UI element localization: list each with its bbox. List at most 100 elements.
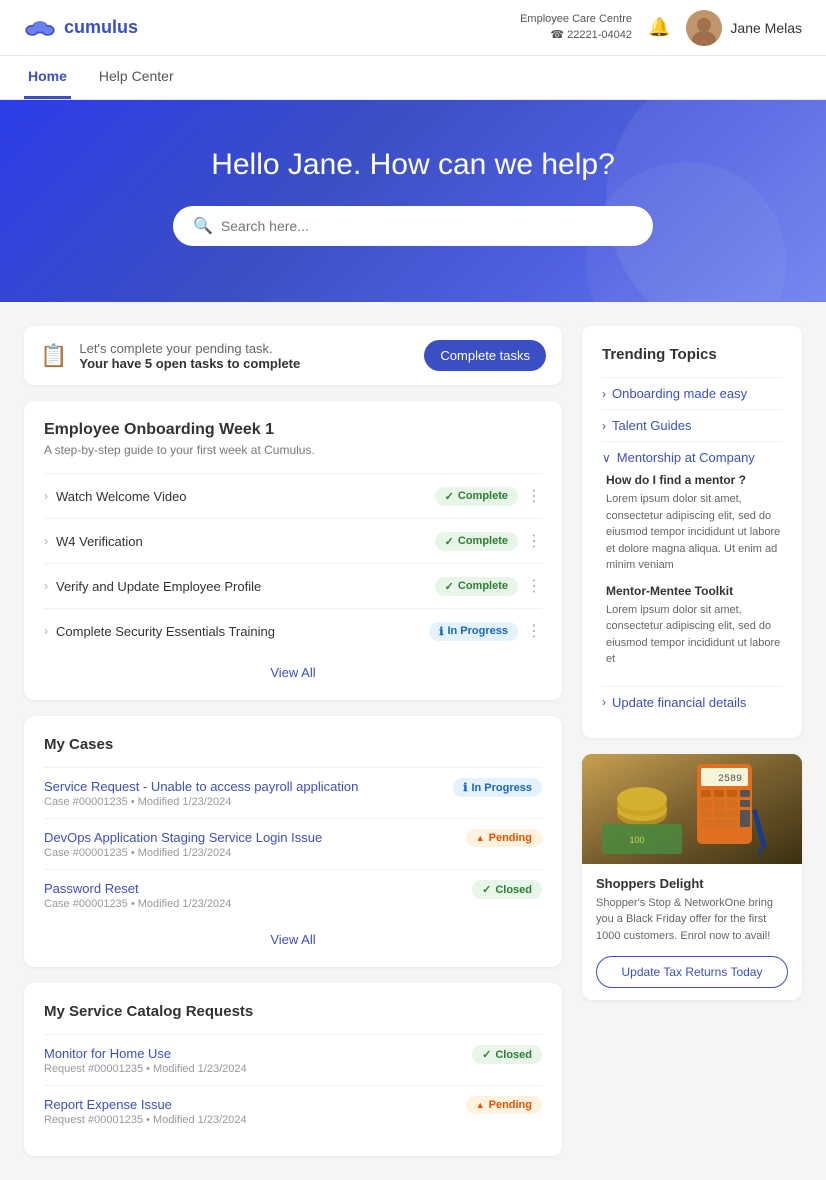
- case-badge-3: Closed: [472, 880, 542, 899]
- complete-tasks-button[interactable]: Complete tasks: [424, 340, 546, 371]
- topic-label-3: Mentorship at Company: [617, 450, 755, 465]
- case-badge-2: Pending: [466, 829, 542, 847]
- search-input[interactable]: [221, 218, 633, 234]
- task-name-4: Complete Security Essentials Training: [56, 624, 275, 639]
- pending-banner-left: 📋 Let's complete your pending task. Your…: [40, 341, 300, 371]
- care-centre: Employee Care Centre ☎ 22221-04042: [520, 12, 632, 43]
- case-link-3[interactable]: Password Reset: [44, 881, 139, 896]
- task-dots-1[interactable]: ⋮: [526, 486, 542, 506]
- task-left-2: › W4 Verification: [44, 534, 143, 549]
- promo-description: Shopper's Stop & NetworkOne bring you a …: [596, 895, 788, 945]
- bell-icon[interactable]: 🔔: [648, 17, 670, 38]
- pending-banner: 📋 Let's complete your pending task. Your…: [24, 326, 562, 385]
- task-row-2: › W4 Verification Complete ⋮: [44, 518, 542, 563]
- care-centre-label: Employee Care Centre: [520, 13, 632, 25]
- task-name-3: Verify and Update Employee Profile: [56, 579, 261, 594]
- task-dots-4[interactable]: ⋮: [526, 621, 542, 641]
- header: cumulus Employee Care Centre ☎ 22221-040…: [0, 0, 826, 56]
- case-info-2: DevOps Application Staging Service Login…: [44, 829, 322, 859]
- task-right-2: Complete ⋮: [435, 531, 542, 551]
- task-right-4: In Progress ⋮: [429, 621, 542, 641]
- topic-sub-section-1: How do I find a mentor ? Lorem ipsum dol…: [602, 473, 782, 574]
- svg-text:100: 100: [629, 835, 644, 845]
- chevron-icon-2: ›: [44, 534, 48, 548]
- topic-sub-section-2: Mentor-Mentee Toolkit Lorem ipsum dolor …: [602, 584, 782, 668]
- topic-item-4[interactable]: › Update financial details: [602, 686, 782, 718]
- hero-heading: Hello Jane. How can we help?: [24, 148, 802, 182]
- case-link-2[interactable]: DevOps Application Staging Service Login…: [44, 830, 322, 845]
- service-info-1: Monitor for Home Use Request #00001235 •…: [44, 1045, 247, 1075]
- nav: Home Help Center: [0, 56, 826, 100]
- task-left-1: › Watch Welcome Video: [44, 489, 187, 504]
- case-meta-3: Case #00001235 • Modified 1/23/2024: [44, 898, 231, 910]
- task-badge-3: Complete: [435, 577, 518, 596]
- onboarding-view-all[interactable]: View All: [44, 665, 542, 680]
- main-content: 📋 Let's complete your pending task. Your…: [0, 302, 826, 1180]
- topic-label-2: Talent Guides: [612, 418, 692, 433]
- case-badge-1: In Progress: [453, 778, 542, 797]
- task-dots-3[interactable]: ⋮: [526, 576, 542, 596]
- chevron-icon-3: ›: [44, 579, 48, 593]
- service-link-2[interactable]: Report Expense Issue: [44, 1097, 172, 1112]
- trending-title: Trending Topics: [602, 346, 782, 363]
- topic-item-3: ∨ Mentorship at Company How do I find a …: [602, 441, 782, 686]
- case-row-3: Password Reset Case #00001235 • Modified…: [44, 869, 542, 920]
- task-badge-4: In Progress: [429, 622, 518, 641]
- service-meta-2: Request #00001235 • Modified 1/23/2024: [44, 1114, 247, 1126]
- avatar: [686, 10, 722, 46]
- trending-topics-card: Trending Topics › Onboarding made easy ›…: [582, 326, 802, 738]
- logo-text: cumulus: [64, 17, 138, 38]
- task-name-2: W4 Verification: [56, 534, 143, 549]
- topic-label-1: Onboarding made easy: [612, 386, 747, 401]
- service-catalog-title: My Service Catalog Requests: [44, 1003, 542, 1020]
- topic-sub-title-2: Mentor-Mentee Toolkit: [606, 584, 782, 598]
- document-icon: 📋: [40, 343, 67, 369]
- promo-button[interactable]: Update Tax Returns Today: [596, 956, 788, 988]
- task-left-3: › Verify and Update Employee Profile: [44, 579, 261, 594]
- pending-text-strong: Your have 5 open tasks to complete: [79, 356, 300, 371]
- task-left-4: › Complete Security Essentials Training: [44, 624, 275, 639]
- chevron-icon-1: ›: [44, 489, 48, 503]
- topic-sub-text-1: Lorem ipsum dolor sit amet, consectetur …: [606, 491, 782, 574]
- promo-image-svg: 2589: [582, 754, 802, 864]
- my-cases-title: My Cases: [44, 736, 542, 753]
- topic-sub-title-1: How do I find a mentor ?: [606, 473, 782, 487]
- pending-text: Let's complete your pending task. Your h…: [79, 341, 300, 371]
- promo-card: 2589: [582, 754, 802, 1001]
- cases-view-all[interactable]: View All: [44, 932, 542, 947]
- svg-text:2589: 2589: [718, 774, 742, 785]
- service-row-1: Monitor for Home Use Request #00001235 •…: [44, 1034, 542, 1085]
- user-info[interactable]: Jane Melas: [686, 10, 802, 46]
- task-dots-2[interactable]: ⋮: [526, 531, 542, 551]
- chevron-right-icon-4: ›: [602, 695, 606, 709]
- topic-expanded-header[interactable]: ∨ Mentorship at Company: [602, 450, 782, 465]
- case-meta-2: Case #00001235 • Modified 1/23/2024: [44, 847, 322, 859]
- search-bar: 🔍: [173, 206, 653, 246]
- service-link-1[interactable]: Monitor for Home Use: [44, 1046, 171, 1061]
- topic-sub-text-2: Lorem ipsum dolor sit amet, consectetur …: [606, 602, 782, 668]
- nav-help-center[interactable]: Help Center: [95, 56, 178, 99]
- avatar-image: [686, 10, 722, 46]
- topic-label-4: Update financial details: [612, 695, 746, 710]
- pending-text-normal: Let's complete your pending task.: [79, 341, 272, 356]
- my-cases-card: My Cases Service Request - Unable to acc…: [24, 716, 562, 967]
- logo[interactable]: cumulus: [24, 17, 138, 38]
- task-row-4: › Complete Security Essentials Training …: [44, 608, 542, 653]
- case-link-1[interactable]: Service Request - Unable to access payro…: [44, 779, 358, 794]
- topic-item-2[interactable]: › Talent Guides: [602, 409, 782, 441]
- nav-home[interactable]: Home: [24, 56, 71, 99]
- care-centre-phone: ☎ 22221-04042: [550, 29, 632, 41]
- chevron-right-icon-2: ›: [602, 419, 606, 433]
- onboarding-subtitle: A step-by-step guide to your first week …: [44, 443, 542, 457]
- task-badge-1: Complete: [435, 487, 518, 506]
- right-column: Trending Topics › Onboarding made easy ›…: [582, 326, 802, 1156]
- header-right: Employee Care Centre ☎ 22221-04042 🔔 Jan…: [520, 10, 802, 46]
- promo-brand: Shoppers Delight: [596, 876, 788, 891]
- hero-banner: Hello Jane. How can we help? 🔍: [0, 100, 826, 302]
- task-name-1: Watch Welcome Video: [56, 489, 187, 504]
- chevron-right-icon-1: ›: [602, 387, 606, 401]
- topic-item-1[interactable]: › Onboarding made easy: [602, 377, 782, 409]
- chevron-down-icon-3: ∨: [602, 451, 611, 465]
- onboarding-card: Employee Onboarding Week 1 A step-by-ste…: [24, 401, 562, 700]
- service-badge-1: Closed: [472, 1045, 542, 1064]
